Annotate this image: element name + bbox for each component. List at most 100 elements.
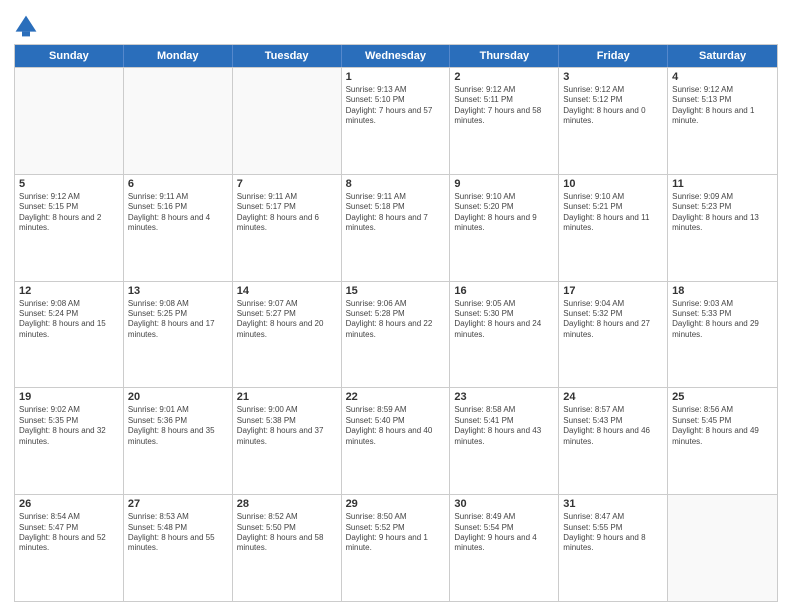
sunset-text: Sunset: 5:18 PM — [346, 202, 446, 212]
calendar-header: SundayMondayTuesdayWednesdayThursdayFrid… — [15, 45, 777, 67]
sunrise-text: Sunrise: 9:12 AM — [19, 192, 119, 202]
calendar-week: 5Sunrise: 9:12 AMSunset: 5:15 PMDaylight… — [15, 174, 777, 281]
sunset-text: Sunset: 5:38 PM — [237, 416, 337, 426]
sunset-text: Sunset: 5:16 PM — [128, 202, 228, 212]
calendar-cell: 2 Sunrise: 9:12 AMSunset: 5:11 PMDaylight… — [450, 68, 559, 174]
calendar-cell: 24Sunrise: 8:57 AMSunset: 5:43 PMDayligh… — [559, 388, 668, 494]
daylight-text: Daylight: 8 hours and 49 minutes. — [672, 426, 773, 447]
day-number: 16 — [454, 285, 554, 297]
daylight-text: Daylight: 8 hours and 29 minutes. — [672, 319, 773, 340]
sunset-text: Sunset: 5:11 PM — [454, 95, 554, 105]
calendar-cell: 4 Sunrise: 9:12 AMSunset: 5:13 PMDaylight… — [668, 68, 777, 174]
daylight-text: Daylight: 8 hours and 11 minutes. — [563, 213, 663, 234]
day-number: 24 — [563, 391, 663, 403]
sunrise-text: Sunrise: 9:12 AM — [563, 85, 663, 95]
sunrise-text: Sunrise: 8:56 AM — [672, 405, 773, 415]
daylight-text: Daylight: 9 hours and 8 minutes. — [563, 533, 663, 554]
day-number: 14 — [237, 285, 337, 297]
page: SundayMondayTuesdayWednesdayThursdayFrid… — [0, 0, 792, 612]
sunrise-text: Sunrise: 9:12 AM — [672, 85, 773, 95]
day-header: Thursday — [450, 45, 559, 67]
day-header: Tuesday — [233, 45, 342, 67]
day-header: Saturday — [668, 45, 777, 67]
day-number: 22 — [346, 391, 446, 403]
calendar-week: 19Sunrise: 9:02 AMSunset: 5:35 PMDayligh… — [15, 387, 777, 494]
daylight-text: Daylight: 8 hours and 32 minutes. — [19, 426, 119, 447]
sunset-text: Sunset: 5:28 PM — [346, 309, 446, 319]
daylight-text: Daylight: 7 hours and 58 minutes. — [454, 106, 554, 127]
day-number: 11 — [672, 178, 773, 190]
day-number: 28 — [237, 498, 337, 510]
sunrise-text: Sunrise: 9:04 AM — [563, 299, 663, 309]
sunrise-text: Sunrise: 9:13 AM — [346, 85, 446, 95]
logo-icon — [14, 14, 38, 38]
sunset-text: Sunset: 5:12 PM — [563, 95, 663, 105]
sunset-text: Sunset: 5:52 PM — [346, 523, 446, 533]
day-number: 25 — [672, 391, 773, 403]
daylight-text: Daylight: 8 hours and 43 minutes. — [454, 426, 554, 447]
sunset-text: Sunset: 5:30 PM — [454, 309, 554, 319]
sunset-text: Sunset: 5:41 PM — [454, 416, 554, 426]
sunrise-text: Sunrise: 9:00 AM — [237, 405, 337, 415]
daylight-text: Daylight: 8 hours and 9 minutes. — [454, 213, 554, 234]
daylight-text: Daylight: 8 hours and 22 minutes. — [346, 319, 446, 340]
day-number: 17 — [563, 285, 663, 297]
calendar-cell: 23Sunrise: 8:58 AMSunset: 5:41 PMDayligh… — [450, 388, 559, 494]
daylight-text: Daylight: 8 hours and 1 minute. — [672, 106, 773, 127]
logo — [14, 14, 42, 38]
sunset-text: Sunset: 5:50 PM — [237, 523, 337, 533]
day-number: 13 — [128, 285, 228, 297]
daylight-text: Daylight: 8 hours and 6 minutes. — [237, 213, 337, 234]
sunrise-text: Sunrise: 9:11 AM — [237, 192, 337, 202]
day-number: 12 — [19, 285, 119, 297]
calendar-cell: 12Sunrise: 9:08 AMSunset: 5:24 PMDayligh… — [15, 282, 124, 388]
calendar-cell: 21Sunrise: 9:00 AMSunset: 5:38 PMDayligh… — [233, 388, 342, 494]
day-number: 26 — [19, 498, 119, 510]
sunset-text: Sunset: 5:13 PM — [672, 95, 773, 105]
calendar-cell: 9Sunrise: 9:10 AMSunset: 5:20 PMDaylight… — [450, 175, 559, 281]
sunset-text: Sunset: 5:43 PM — [563, 416, 663, 426]
day-number: 30 — [454, 498, 554, 510]
day-number: 4 — [672, 71, 773, 83]
day-number: 21 — [237, 391, 337, 403]
daylight-text: Daylight: 9 hours and 4 minutes. — [454, 533, 554, 554]
sunrise-text: Sunrise: 9:07 AM — [237, 299, 337, 309]
calendar: SundayMondayTuesdayWednesdayThursdayFrid… — [14, 44, 778, 602]
sunset-text: Sunset: 5:48 PM — [128, 523, 228, 533]
day-number: 27 — [128, 498, 228, 510]
day-header: Monday — [124, 45, 233, 67]
sunset-text: Sunset: 5:35 PM — [19, 416, 119, 426]
day-number: 2 — [454, 71, 554, 83]
sunrise-text: Sunrise: 8:52 AM — [237, 512, 337, 522]
sunrise-text: Sunrise: 9:08 AM — [128, 299, 228, 309]
day-number: 10 — [563, 178, 663, 190]
day-number: 6 — [128, 178, 228, 190]
calendar-week: 1Sunrise: 9:13 AMSunset: 5:10 PMDaylight… — [15, 67, 777, 174]
daylight-text: Daylight: 8 hours and 4 minutes. — [128, 213, 228, 234]
calendar-week: 26Sunrise: 8:54 AMSunset: 5:47 PMDayligh… — [15, 494, 777, 601]
sunrise-text: Sunrise: 9:10 AM — [563, 192, 663, 202]
daylight-text: Daylight: 9 hours and 1 minute. — [346, 533, 446, 554]
sunrise-text: Sunrise: 9:02 AM — [19, 405, 119, 415]
sunrise-text: Sunrise: 8:59 AM — [346, 405, 446, 415]
sunset-text: Sunset: 5:23 PM — [672, 202, 773, 212]
daylight-text: Daylight: 8 hours and 35 minutes. — [128, 426, 228, 447]
sunrise-text: Sunrise: 8:53 AM — [128, 512, 228, 522]
sunrise-text: Sunrise: 9:12 AM — [454, 85, 554, 95]
sunset-text: Sunset: 5:40 PM — [346, 416, 446, 426]
daylight-text: Daylight: 8 hours and 17 minutes. — [128, 319, 228, 340]
calendar-cell: 27 Sunrise: 8:53 AMSunset: 5:48 PMDayligh… — [124, 495, 233, 601]
daylight-text: Daylight: 7 hours and 57 minutes. — [346, 106, 446, 127]
daylight-text: Daylight: 8 hours and 58 minutes. — [237, 533, 337, 554]
daylight-text: Daylight: 8 hours and 2 minutes. — [19, 213, 119, 234]
day-number: 18 — [672, 285, 773, 297]
sunrise-text: Sunrise: 9:06 AM — [346, 299, 446, 309]
sunset-text: Sunset: 5:55 PM — [563, 523, 663, 533]
sunset-text: Sunset: 5:15 PM — [19, 202, 119, 212]
daylight-text: Daylight: 8 hours and 7 minutes. — [346, 213, 446, 234]
daylight-text: Daylight: 8 hours and 55 minutes. — [128, 533, 228, 554]
day-number: 5 — [19, 178, 119, 190]
day-number: 20 — [128, 391, 228, 403]
daylight-text: Daylight: 8 hours and 0 minutes. — [563, 106, 663, 127]
sunset-text: Sunset: 5:25 PM — [128, 309, 228, 319]
